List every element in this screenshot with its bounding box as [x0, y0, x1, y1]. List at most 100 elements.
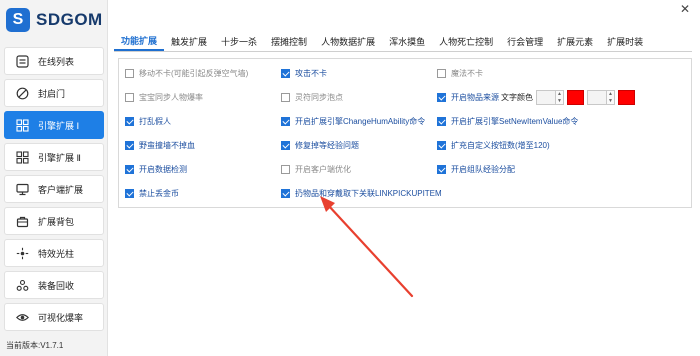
- option-label: 宝宝同步人物爆率: [139, 92, 203, 102]
- tab-function-ext[interactable]: 功能扩展: [114, 31, 165, 51]
- option-label: 开启数据检测: [139, 164, 187, 174]
- option-talisman-sync[interactable]: 灵符同步泡点: [281, 90, 343, 104]
- option-custom-buttons[interactable]: 扩充自定义按钮数(增至120): [437, 138, 550, 152]
- logo-text: SDGOM: [36, 10, 103, 29]
- option-move-no-lag[interactable]: 移动不卡(可能引起反弹空气墙): [125, 66, 248, 80]
- color-swatch-1[interactable]: [567, 89, 584, 105]
- checkbox[interactable]: [437, 164, 446, 174]
- sidebar-item-ban[interactable]: 封启门: [4, 79, 104, 107]
- sidebar-item-label: 特效光柱: [38, 248, 75, 259]
- option-item-source[interactable]: 开启物品来源: [437, 90, 499, 104]
- tab-guild-management[interactable]: 行会管理: [500, 31, 550, 51]
- grid-icon: [15, 150, 29, 164]
- option-team-exp-share[interactable]: 开启组队经验分配: [437, 162, 515, 176]
- checkbox[interactable]: [281, 92, 290, 102]
- option-pet-sync-droprate[interactable]: 宝宝同步人物爆率: [125, 90, 203, 104]
- tab-stall-control[interactable]: 摆摊控制: [264, 31, 314, 51]
- text-color-group: 文字颜色 ▲ ▼ ▲ ▼: [501, 89, 638, 105]
- option-label: 移动不卡(可能引起反弹空气墙): [139, 68, 249, 78]
- spinner-icon[interactable]: ▲ ▼: [556, 89, 564, 105]
- sidebar-item-label: 客户端扩展: [38, 184, 84, 195]
- sidebar-item-label: 装备回收: [38, 280, 75, 291]
- option-link-pickup-item[interactable]: 扔物品和穿戴取下关联LINKPICKUPITEM: [281, 186, 442, 200]
- option-label: 开启组队经验分配: [451, 164, 515, 174]
- tab-ext-elements[interactable]: 扩展元素: [550, 31, 600, 51]
- checkbox[interactable]: [125, 116, 134, 126]
- sidebar-item-online-list[interactable]: 在线列表: [4, 47, 104, 75]
- sidebar-item-engine-ext-1[interactable]: 引擎扩展 Ⅰ: [4, 111, 104, 139]
- ban-icon: [15, 86, 29, 100]
- tab-troubled-waters[interactable]: 浑水摸鱼: [382, 31, 432, 51]
- option-fix-exp-loss[interactable]: 修复掉等经验问题: [281, 138, 359, 152]
- logo-icon: [6, 8, 30, 32]
- option-client-optimize[interactable]: 开启客户端优化: [281, 162, 351, 176]
- checkbox[interactable]: [437, 116, 446, 126]
- sidebar-item-label: 可视化爆率: [38, 312, 84, 323]
- checkbox[interactable]: [437, 68, 446, 78]
- sidebar: SDGOM 在线列表 封启门 引擎扩展 Ⅰ 引擎扩展 Ⅱ: [0, 0, 108, 356]
- option-label: 魔法不卡: [451, 68, 483, 78]
- checkbox[interactable]: [281, 164, 290, 174]
- tab-char-data-ext[interactable]: 人物数据扩展: [314, 31, 382, 51]
- tab-char-death-control[interactable]: 人物死亡控制: [432, 31, 500, 51]
- grid-icon: [15, 118, 29, 132]
- checkbox[interactable]: [281, 188, 290, 198]
- sidebar-item-client-ext[interactable]: 客户端扩展: [4, 175, 104, 203]
- monitor-icon: [15, 182, 29, 196]
- option-label: 开启物品来源: [451, 92, 499, 102]
- color-value-input-2[interactable]: [587, 89, 607, 105]
- checkbox[interactable]: [125, 164, 134, 174]
- sidebar-nav: 在线列表 封启门 引擎扩展 Ⅰ 引擎扩展 Ⅱ 客户端扩展 扩展背包 特效光柱 装…: [4, 47, 104, 335]
- option-attack-no-lag[interactable]: 攻击不卡: [281, 66, 327, 80]
- option-label: 灵符同步泡点: [295, 92, 343, 102]
- recycle-icon: [15, 278, 29, 292]
- option-label: 扩充自定义按钮数(增至120): [451, 140, 550, 150]
- checkbox[interactable]: [437, 140, 446, 150]
- close-icon[interactable]: ✕: [678, 2, 692, 16]
- tab-bar: 功能扩展 触发扩展 十步一杀 摆摊控制 人物数据扩展 浑水摸鱼 人物死亡控制 行…: [114, 30, 692, 52]
- list-icon: [15, 54, 29, 68]
- app-logo: SDGOM: [6, 8, 103, 32]
- checkbox[interactable]: [281, 140, 290, 150]
- tab-ext-fashion[interactable]: 扩展时装: [600, 31, 650, 51]
- tab-ten-step-kill[interactable]: 十步一杀: [214, 31, 264, 51]
- sidebar-item-label: 扩展背包: [38, 216, 75, 227]
- option-label: 开启扩展引擎SetNewItemValue命令: [451, 116, 579, 126]
- checkbox[interactable]: [125, 140, 134, 150]
- option-label: 开启客户端优化: [295, 164, 351, 174]
- option-data-check[interactable]: 开启数据检测: [125, 162, 187, 176]
- spinner-icon[interactable]: ▲ ▼: [607, 89, 615, 105]
- sidebar-item-effect-pillar[interactable]: 特效光柱: [4, 239, 104, 267]
- checkbox[interactable]: [281, 116, 290, 126]
- sidebar-item-ext-bag[interactable]: 扩展背包: [4, 207, 104, 235]
- option-no-drop-gold[interactable]: 禁止丢金币: [125, 186, 179, 200]
- option-set-new-item-value[interactable]: 开启扩展引擎SetNewItemValue命令: [437, 114, 578, 128]
- option-label: 修复掉等经验问题: [295, 140, 359, 150]
- main-content: ✕ 功能扩展 触发扩展 十步一杀 摆摊控制 人物数据扩展 浑水摸鱼 人物死亡控制…: [114, 0, 700, 356]
- checkbox[interactable]: [281, 68, 290, 78]
- sidebar-item-label: 引擎扩展 Ⅱ: [38, 152, 81, 163]
- option-label: 禁止丢金币: [139, 188, 179, 198]
- color-value-input-1[interactable]: [536, 89, 556, 105]
- sidebar-item-engine-ext-2[interactable]: 引擎扩展 Ⅱ: [4, 143, 104, 171]
- checkbox[interactable]: [437, 92, 446, 102]
- option-wall-charge-no-damage[interactable]: 野蛮撞墙不掉血: [125, 138, 195, 152]
- checkbox[interactable]: [125, 92, 134, 102]
- sidebar-item-visual-droprate[interactable]: 可视化爆率: [4, 303, 104, 331]
- sidebar-item-label: 引擎扩展 Ⅰ: [38, 120, 80, 131]
- option-magic-no-lag[interactable]: 魔法不卡: [437, 66, 483, 80]
- options-panel: 移动不卡(可能引起反弹空气墙) 宝宝同步人物爆率 打乱假人 野蛮撞墙不掉血 开启…: [118, 58, 692, 208]
- option-change-hum-ability[interactable]: 开启扩展引擎ChangeHumAbility命令: [281, 114, 425, 128]
- option-label: 打乱假人: [139, 116, 171, 126]
- option-label: 攻击不卡: [295, 68, 327, 78]
- checkbox[interactable]: [125, 68, 134, 78]
- sidebar-item-label: 在线列表: [38, 56, 75, 67]
- option-shuffle-bots[interactable]: 打乱假人: [125, 114, 171, 128]
- sidebar-item-equip-recycle[interactable]: 装备回收: [4, 271, 104, 299]
- text-color-caption: 文字颜色: [501, 92, 533, 102]
- eye-icon: [15, 310, 29, 324]
- option-label: 扔物品和穿戴取下关联LINKPICKUPITEM: [295, 188, 442, 198]
- tab-trigger-ext[interactable]: 触发扩展: [164, 31, 214, 51]
- checkbox[interactable]: [125, 188, 134, 198]
- color-swatch-2[interactable]: [618, 89, 635, 105]
